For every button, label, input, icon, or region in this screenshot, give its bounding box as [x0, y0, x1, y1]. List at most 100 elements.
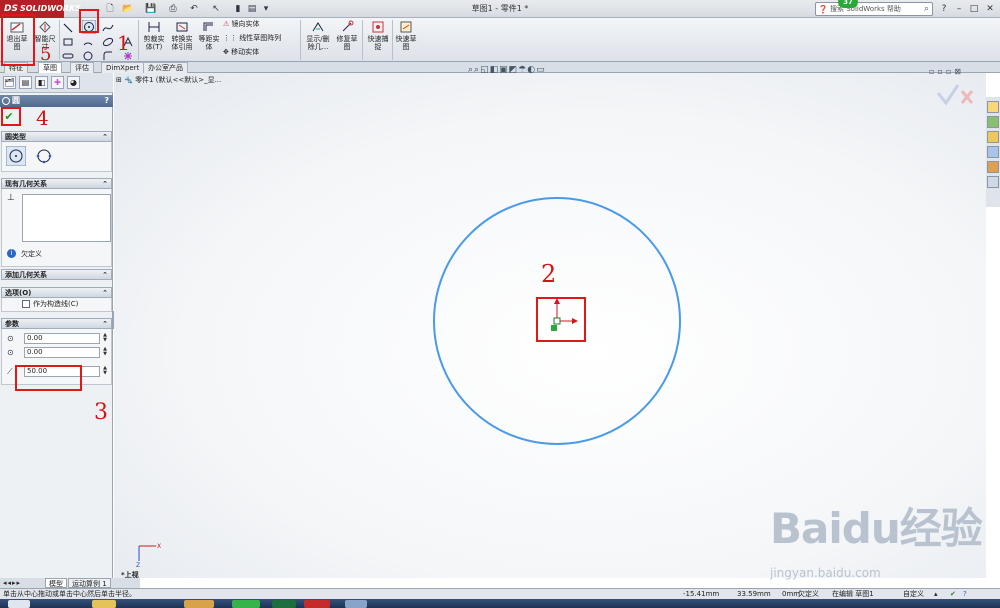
trim-entities-button[interactable]: 剪裁实 体(T) — [141, 20, 167, 51]
separator — [59, 20, 60, 60]
quick-snaps-icon — [372, 21, 384, 33]
annotation-number-3: 3 — [94, 400, 108, 425]
confirm-corner-icon[interactable] — [936, 84, 960, 106]
center-x-input[interactable]: 0.00 — [24, 333, 100, 344]
rapid-sketch-button[interactable]: 快速草 图 — [394, 20, 418, 51]
taskbar-explorer-icon[interactable] — [92, 600, 116, 608]
taskbar-app-icon[interactable] — [345, 600, 367, 608]
start-button-icon[interactable] — [8, 600, 30, 608]
taskbar-app-icon[interactable] — [184, 600, 214, 608]
tab-nav-arrows[interactable]: ◂◂▸▸ — [3, 579, 21, 587]
help-icon[interactable]: ? — [938, 3, 950, 15]
radius-spinner[interactable]: ▲ ▼ — [101, 366, 109, 377]
search-icon[interactable]: ⌕ — [924, 3, 929, 15]
ellipse-icon[interactable] — [102, 36, 114, 48]
construction-checkbox[interactable] — [22, 300, 30, 308]
rectangle-icon[interactable] — [62, 36, 74, 48]
solidworks-resources-icon[interactable] — [987, 101, 999, 113]
save-icon[interactable]: 💾 — [145, 3, 157, 15]
center-y-spinner[interactable]: ▲ ▼ — [101, 347, 109, 358]
separator — [362, 20, 363, 60]
help-search-input[interactable]: ❓ 搜索 SolidWorks 帮助 ⌕ — [815, 2, 933, 16]
linear-pattern-button[interactable]: ⋮⋮ 线性草图阵列 — [223, 34, 281, 43]
os-taskbar — [0, 599, 1000, 608]
convert-entities-button[interactable]: 转换实 体引用 — [168, 20, 196, 51]
select-icon[interactable]: ↖ — [210, 3, 222, 15]
center-x-spinner[interactable]: ▲ ▼ — [101, 333, 109, 344]
relations-list[interactable] — [22, 194, 111, 242]
display-manager-tab-icon[interactable]: ◕ — [67, 76, 80, 89]
group-options-header[interactable]: 选项(O) ⌃ — [1, 287, 112, 298]
notification-badge[interactable]: 37 — [838, 0, 858, 8]
collapse-icon: ⌃ — [102, 133, 108, 141]
arc-icon[interactable] — [82, 36, 94, 48]
print-icon[interactable]: ⎙ — [167, 3, 179, 15]
repair-sketch-button[interactable]: 修复草 图 — [334, 20, 360, 51]
tab-dimxpert[interactable]: DimXpert — [101, 62, 145, 73]
group-circle-type-header[interactable]: 圆类型 ⌃ — [1, 131, 112, 142]
perimeter-circle-icon[interactable] — [34, 146, 54, 166]
design-library-icon[interactable] — [987, 116, 999, 128]
pm-title-text: 圆 — [12, 96, 20, 105]
appearances-icon[interactable] — [987, 161, 999, 173]
annotation-box-exit-sketch — [1, 14, 35, 66]
maximize-button[interactable]: □ — [968, 3, 980, 15]
open-file-icon[interactable]: 📂 — [122, 3, 134, 15]
confirmation-corner — [936, 84, 974, 106]
mirror-entities-button[interactable]: ⚠ 镜向实体 — [223, 20, 260, 29]
minimize-button[interactable]: – — [953, 3, 965, 15]
property-manager-tab-icon[interactable]: ▤ — [19, 76, 32, 89]
under-defined-status: 欠定义 — [21, 250, 42, 258]
spline-icon[interactable] — [102, 22, 114, 34]
dimxpert-tab-icon[interactable]: ✚ — [51, 76, 64, 89]
existing-relations-group: ⊥ i 欠定义 — [1, 189, 112, 267]
undo-icon[interactable]: ↶ — [188, 3, 200, 15]
group-parameters-header[interactable]: 参数 ⌃ — [1, 318, 112, 329]
feature-tree-tab-icon[interactable]: 🗂 — [3, 76, 16, 89]
repair-sketch-icon — [342, 20, 354, 32]
task-pane — [986, 97, 1000, 207]
offset-entities-button[interactable]: 等距实 体 — [197, 20, 221, 51]
options-icon[interactable]: ▾ — [260, 3, 272, 15]
status-bar: 单击从中心拖动或单击中心然后单击半径。 -15.41mm 33.59mm 0mm… — [0, 588, 1000, 599]
move-entities-button[interactable]: ✥ 移动实体 — [223, 48, 259, 57]
group-existing-relations-header[interactable]: 现有几何关系 ⌃ — [1, 178, 112, 189]
file-explorer-icon[interactable] — [987, 131, 999, 143]
status-definition-state: 欠定义 — [798, 590, 819, 598]
annotation-box-center — [536, 297, 586, 342]
help-button[interactable]: ? — [104, 95, 109, 107]
center-circle-icon[interactable] — [6, 146, 26, 166]
display-delete-relations-button[interactable]: 显示/删 除几... — [303, 20, 333, 51]
tab-evaluate[interactable]: 评估 — [70, 62, 94, 73]
new-file-icon[interactable]: 🗋 — [104, 3, 116, 15]
taskbar-chat-icon[interactable] — [232, 600, 260, 608]
offset-label: 等距实 体 — [198, 35, 220, 51]
display-relations-icon — [312, 22, 324, 32]
status-help-icon[interactable]: ? — [963, 589, 967, 599]
taskbar-solidworks-icon[interactable] — [304, 600, 330, 608]
center-y-input[interactable]: 0.00 — [24, 347, 100, 358]
group-circle-type-label: 圆类型 — [5, 133, 26, 141]
quick-snaps-button[interactable]: 快速捕 捉 — [365, 20, 391, 51]
tab-model[interactable]: 模型 — [45, 578, 67, 588]
rebuild-icon[interactable]: ▮ — [232, 3, 244, 15]
custom-properties-icon[interactable] — [987, 176, 999, 188]
file-properties-icon[interactable]: ▤ — [246, 3, 258, 15]
fillet-icon[interactable] — [102, 50, 114, 62]
group-add-relations-header[interactable]: 添加几何关系 ⌃ — [1, 269, 112, 280]
units-dropdown-icon[interactable]: ▴ — [934, 589, 938, 599]
cancel-corner-icon[interactable] — [960, 90, 974, 104]
polygon-icon[interactable] — [82, 50, 94, 62]
search-task-icon[interactable] — [987, 146, 999, 158]
bottom-tabs: ◂◂▸▸ 模型 运动算例 1 — [0, 578, 140, 588]
tab-office-products[interactable]: 办公室产品 — [143, 62, 188, 73]
taskbar-excel-icon[interactable] — [272, 600, 296, 608]
tab-motion-study[interactable]: 运动算例 1 — [68, 578, 111, 588]
close-button[interactable]: ✕ — [984, 3, 996, 15]
configuration-tab-icon[interactable]: ◧ — [35, 76, 48, 89]
relation-icon: ⊥ — [7, 193, 15, 203]
line-icon[interactable] — [62, 22, 74, 34]
status-units[interactable]: 自定义 — [903, 589, 924, 599]
annotation-number-1: 1 — [117, 31, 130, 55]
slot-icon[interactable] — [62, 50, 74, 62]
